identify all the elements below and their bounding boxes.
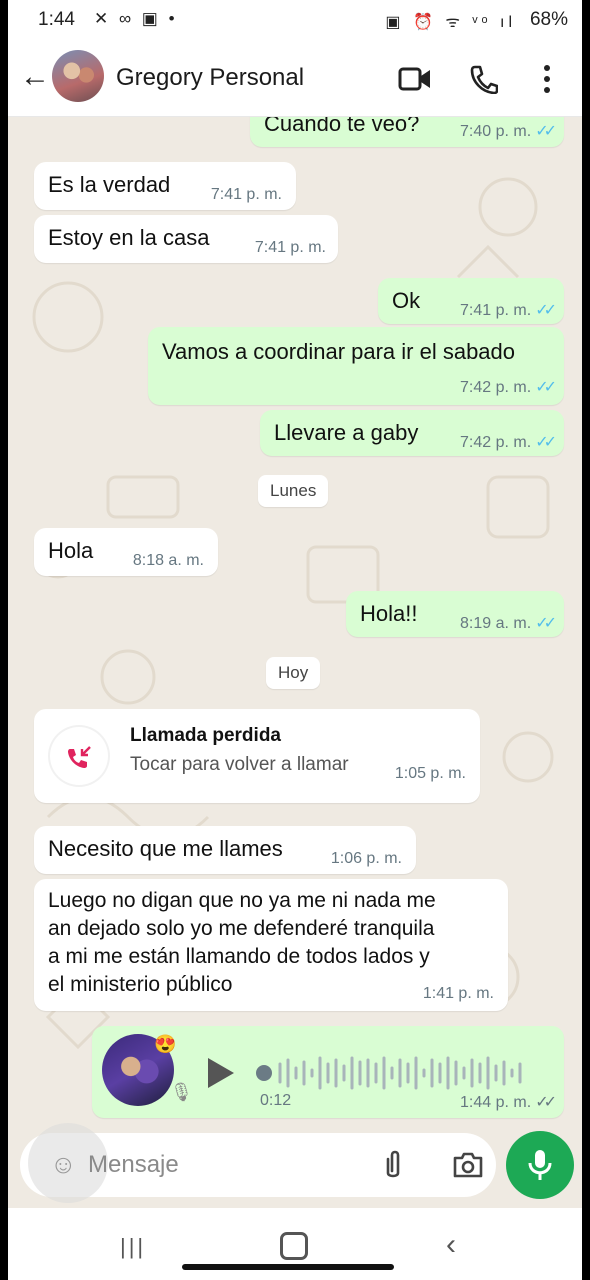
sticker-icon: ☺ <box>50 1149 77 1179</box>
chat-screen: 1:44 ✕ ∞ ▣ • ▣ ⏰ ᯤ ᵛᵒ ıl 68% ← Gregory P… <box>8 0 582 1280</box>
status-time: 1:44 <box>38 9 75 30</box>
message-time: 7:40 p. m. ✓✓ <box>460 123 557 140</box>
home-icon[interactable] <box>280 1232 308 1260</box>
status-bar: 1:44 ✕ ∞ ▣ • ▣ ⏰ ᯤ ᵛᵒ ıl 68% <box>8 0 582 42</box>
message-text: Llevare a gaby <box>274 420 419 445</box>
message-bubble-outgoing[interactable]: Hola!! 8:19 a. m. ✓✓ <box>346 591 564 637</box>
chat-header: ← Gregory Personal <box>8 42 582 117</box>
message-text: Necesito que me llames <box>48 836 283 861</box>
date-separator: Lunes <box>258 475 329 507</box>
nav-back-icon[interactable]: ‹ <box>446 1228 456 1262</box>
message-text: Es la verdad <box>48 172 171 197</box>
phone-call-icon[interactable] <box>470 64 498 94</box>
microphone-icon <box>528 1150 552 1180</box>
message-bubble-incoming[interactable]: Luego no digan que no ya me ni nada me a… <box>34 879 508 1011</box>
read-ticks-icon: ✓✓ <box>535 434 557 451</box>
message-time: 7:41 p. m. ✓✓ <box>460 302 557 319</box>
contact-name[interactable]: Gregory Personal <box>116 64 304 92</box>
message-bubble-outgoing[interactable]: Vamos a coordinar para ir el sabado 7:42… <box>148 327 564 405</box>
missed-call-title: Llamada perdida <box>130 725 281 746</box>
delivered-ticks-icon: ✓✓ <box>535 1094 557 1111</box>
more-options-icon[interactable] <box>543 64 551 94</box>
message-time: 7:42 p. m. ✓✓ <box>460 434 557 451</box>
play-icon[interactable] <box>206 1056 236 1090</box>
read-ticks-icon: ✓✓ <box>535 615 557 632</box>
message-text: Ok <box>392 288 421 313</box>
read-ticks-icon: ✓✓ <box>535 379 557 396</box>
message-text: Vamos a coordinar para ir el sabado <box>162 339 516 364</box>
message-bubble-outgoing[interactable]: Ok 7:41 p. m. ✓✓ <box>378 278 564 324</box>
missed-call-icon <box>50 727 108 785</box>
message-bubble-outgoing[interactable]: Cuando te veo? 7:40 p. m. ✓✓ <box>250 117 564 147</box>
message-time: 7:41 p. m. <box>254 239 326 256</box>
microphone-icon: 🎙 <box>170 1082 193 1102</box>
message-bubble-incoming[interactable]: Estoy en la casa 7:41 p. m. <box>34 215 338 263</box>
back-arrow-icon[interactable]: ← <box>20 62 50 92</box>
message-time: 1:05 p. m. <box>394 765 466 782</box>
message-composer: ☺ Mensaje <box>20 1123 496 1203</box>
missed-call-card[interactable]: Llamada perdida Tocar para volver a llam… <box>34 709 480 803</box>
voice-record-button[interactable] <box>506 1131 574 1199</box>
recent-apps-icon[interactable]: ||| <box>120 1234 146 1260</box>
message-text: Hola!! <box>360 601 418 626</box>
message-text: Hola <box>48 538 94 563</box>
read-ticks-icon: ✓✓ <box>535 302 557 319</box>
voice-note-duration: 0:12 <box>260 1092 292 1109</box>
message-time: 1:41 p. m. <box>422 985 494 1002</box>
message-time: 1:06 p. m. <box>330 850 402 867</box>
message-list[interactable]: Cuando te veo? 7:40 p. m. ✓✓ Es la verdad… <box>8 117 582 1125</box>
message-bubble-incoming[interactable]: Es la verdad 7:41 p. m. <box>34 162 296 210</box>
contact-avatar[interactable] <box>52 50 104 102</box>
read-ticks-icon: ✓✓ <box>535 123 557 140</box>
message-time: 8:19 a. m. ✓✓ <box>460 615 557 632</box>
attach-icon[interactable] <box>382 1149 404 1181</box>
message-bubble-incoming[interactable]: Necesito que me llames 1:06 p. m. <box>34 826 416 874</box>
message-input[interactable]: Mensaje <box>88 1151 179 1179</box>
message-text: Luego no digan que no ya me ni nada me a… <box>48 889 436 996</box>
message-bubble-incoming[interactable]: Hola 8:18 a. m. <box>34 528 218 576</box>
message-time: 1:44 p. m. ✓✓ <box>460 1094 557 1111</box>
voice-note-bubble[interactable]: 😍 🎙 0:12 1:44 p. m. ✓✓ <box>92 1026 564 1118</box>
gesture-bar[interactable] <box>182 1264 394 1270</box>
system-status-icons: ▣ ⏰ ᯤ ᵛᵒ ıl <box>385 14 516 31</box>
message-time: 7:42 p. m. ✓✓ <box>460 379 557 396</box>
message-text: Estoy en la casa <box>48 225 210 250</box>
message-time: 8:18 a. m. <box>132 552 204 569</box>
message-bubble-outgoing[interactable]: Llevare a gaby 7:42 p. m. ✓✓ <box>260 410 564 456</box>
notification-icons: ✕ ∞ ▣ • <box>94 9 178 28</box>
date-separator: Hoy <box>266 657 321 689</box>
voice-note-emoji: 😍 <box>154 1034 177 1054</box>
battery-level: 68% <box>529 9 568 30</box>
message-time: 7:41 p. m. <box>210 186 282 203</box>
video-call-icon[interactable] <box>398 66 432 92</box>
camera-icon[interactable] <box>452 1151 484 1179</box>
message-text: Cuando te veo? <box>264 117 420 136</box>
voice-waveform[interactable] <box>256 1054 538 1092</box>
missed-call-subtitle: Tocar para volver a llamar <box>130 754 349 775</box>
